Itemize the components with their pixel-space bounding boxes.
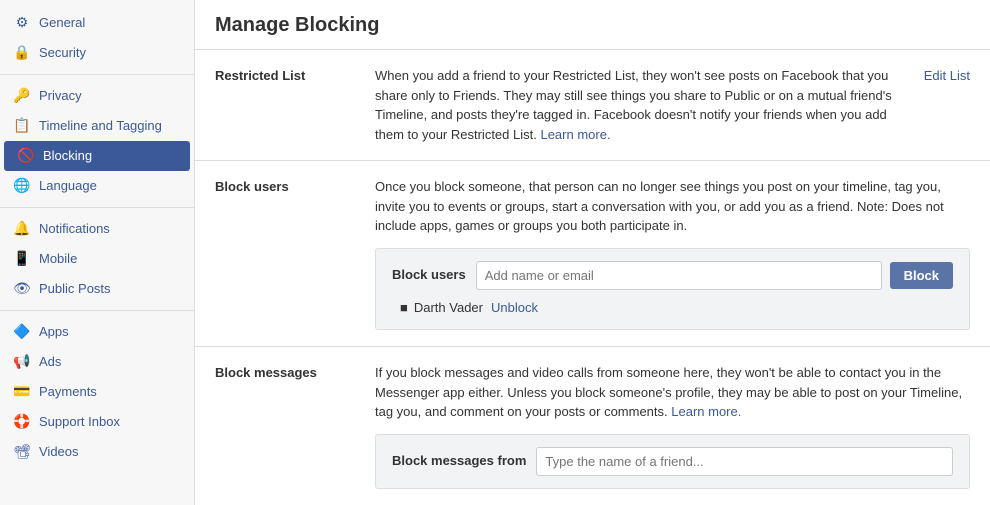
blocked-users-list: ■ Darth Vader Unblock	[392, 298, 953, 318]
sidebar-item-label: Blocking	[43, 147, 92, 165]
block-users-input-row: Block users Block	[392, 261, 953, 290]
sidebar-item-ads[interactable]: 📢 Ads	[0, 347, 194, 377]
language-icon: 🌐	[12, 176, 32, 196]
blocked-user-item: ■ Darth Vader Unblock	[400, 298, 953, 318]
sidebar-item-label: Privacy	[39, 87, 82, 105]
block-users-input[interactable]	[476, 261, 882, 290]
sidebar-item-timeline-tagging[interactable]: 📋 Timeline and Tagging	[0, 111, 194, 141]
block-messages-section: Block messages If you block messages and…	[195, 347, 990, 505]
sidebar-item-label: Payments	[39, 383, 97, 401]
block-users-section: Block users Once you block someone, that…	[195, 161, 990, 347]
block-users-input-label: Block users	[392, 265, 466, 285]
sidebar-item-blocking[interactable]: 🚫 Blocking	[4, 141, 190, 171]
sidebar-item-public-posts[interactable]: 👁 Public Posts	[0, 274, 194, 304]
blocked-user-name: Darth Vader	[414, 298, 483, 318]
apps-icon: 🔷	[12, 322, 32, 342]
restricted-list-learn-more[interactable]: Learn more.	[540, 127, 610, 142]
page-header: Manage Blocking	[195, 0, 990, 50]
sidebar-item-mobile[interactable]: 📱 Mobile	[0, 244, 194, 274]
security-icon: 🔒	[12, 43, 32, 63]
sidebar-item-label: Timeline and Tagging	[39, 117, 162, 135]
sidebar-divider	[0, 310, 194, 311]
restricted-list-label: Restricted List	[215, 66, 375, 83]
sidebar-item-label: Videos	[39, 443, 79, 461]
block-messages-input-label: Block messages from	[392, 451, 526, 471]
block-messages-content: If you block messages and video calls fr…	[375, 363, 970, 489]
sidebar-item-label: Public Posts	[39, 280, 111, 298]
sidebar-item-general[interactable]: ⚙ General	[0, 8, 194, 38]
blocking-icon: 🚫	[16, 146, 36, 166]
support-inbox-icon: 🛟	[12, 412, 32, 432]
block-messages-learn-more[interactable]: Learn more.	[671, 404, 741, 419]
sidebar-item-label: Mobile	[39, 250, 77, 268]
sidebar-item-label: Language	[39, 177, 97, 195]
sidebar-item-videos[interactable]: 📽 Videos	[0, 437, 194, 467]
general-icon: ⚙	[12, 13, 32, 33]
block-users-content: Once you block someone, that person can …	[375, 177, 970, 330]
block-users-input-area: Block users Block ■ Darth Vader Unblock	[375, 248, 970, 331]
sidebar-item-privacy[interactable]: 🔑 Privacy	[0, 81, 194, 111]
main-content: Manage Blocking Restricted List When you…	[195, 0, 990, 505]
mobile-icon: 📱	[12, 249, 32, 269]
sidebar-item-support-inbox[interactable]: 🛟 Support Inbox	[0, 407, 194, 437]
public-posts-icon: 👁	[12, 279, 32, 299]
sidebar-item-language[interactable]: 🌐 Language	[0, 171, 194, 201]
unblock-link[interactable]: Unblock	[491, 298, 538, 318]
sidebar-item-notifications[interactable]: 🔔 Notifications	[0, 214, 194, 244]
sidebar-item-label: Ads	[39, 353, 61, 371]
notifications-icon: 🔔	[12, 219, 32, 239]
block-users-button[interactable]: Block	[890, 262, 953, 289]
sidebar-item-label: Support Inbox	[39, 413, 120, 431]
sidebar: ⚙ General 🔒 Security 🔑 Privacy 📋 Timeline and T…	[0, 0, 195, 505]
block-users-label: Block users	[215, 177, 375, 194]
edit-list-link[interactable]: Edit List	[924, 66, 970, 83]
sidebar-item-label: Security	[39, 44, 86, 62]
block-messages-label: Block messages	[215, 363, 375, 380]
block-messages-input[interactable]	[536, 447, 953, 476]
payments-icon: 💳	[12, 382, 32, 402]
sidebar-divider	[0, 74, 194, 75]
restricted-list-section: Restricted List When you add a friend to…	[195, 50, 990, 161]
videos-icon: 📽	[12, 442, 32, 462]
restricted-list-content: When you add a friend to your Restricted…	[375, 66, 908, 144]
timeline-tagging-icon: 📋	[12, 116, 32, 136]
sidebar-item-label: Notifications	[39, 220, 110, 238]
sidebar-item-apps[interactable]: 🔷 Apps	[0, 317, 194, 347]
page-title: Manage Blocking	[215, 14, 970, 37]
sidebar-item-label: Apps	[39, 323, 69, 341]
sidebar-item-label: General	[39, 14, 85, 32]
block-messages-input-area: Block messages from	[375, 434, 970, 489]
ads-icon: 📢	[12, 352, 32, 372]
sidebar-item-payments[interactable]: 💳 Payments	[0, 377, 194, 407]
sidebar-item-security[interactable]: 🔒 Security	[0, 38, 194, 68]
sidebar-divider	[0, 207, 194, 208]
privacy-icon: 🔑	[12, 86, 32, 106]
